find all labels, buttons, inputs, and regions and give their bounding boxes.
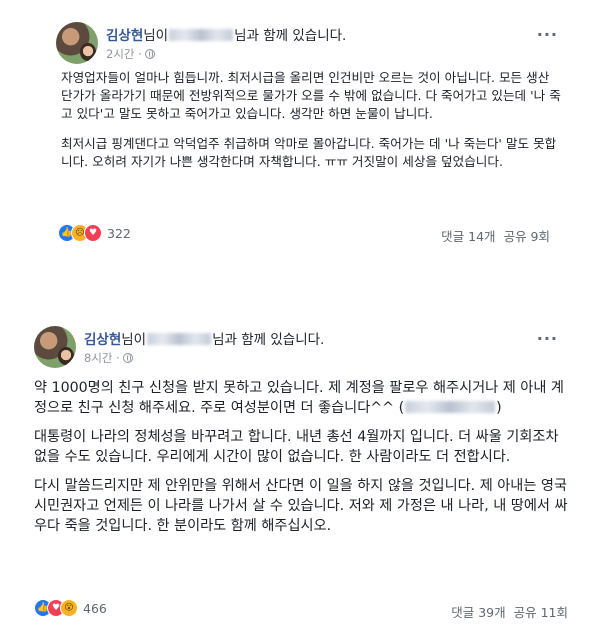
reactions-summary[interactable]: 👍 ☹ ♥ 322 xyxy=(58,224,131,242)
blurred-tagged-name[interactable] xyxy=(169,29,234,41)
engagement-counts: 댓글 39개 공유 11회 xyxy=(451,602,568,621)
author-name[interactable]: 김상현 xyxy=(84,332,121,348)
post-separator xyxy=(0,256,602,316)
more-dots-icon[interactable]: ··· xyxy=(537,25,558,44)
with-prefix: 님이 xyxy=(143,28,169,44)
author-name[interactable]: 김상현 xyxy=(106,28,143,44)
reaction-count: 322 xyxy=(107,225,131,241)
globe-icon xyxy=(122,353,133,363)
post-meta: 8시간 · xyxy=(84,350,133,366)
author-line: 김상현님이 님과 함께 있습니다. xyxy=(84,328,324,348)
post-time[interactable]: 2시간 · xyxy=(106,47,142,61)
reactions-summary[interactable]: 👍 ♥ 😮 466 xyxy=(34,599,107,617)
globe-icon xyxy=(144,49,155,59)
post-paragraph: 최저시급 핑계댄다고 악덕업주 취급하며 악마로 몰아갑니다. 죽어가는 데 '… xyxy=(61,136,557,169)
post-paragraph: 다시 말씀드리지만 제 안위만을 위해서 산다면 이 일을 하지 않을 것입니다… xyxy=(34,478,568,534)
author-line: 김상현님이 님과 함께 있습니다. xyxy=(106,24,346,44)
post-header: 김상현님이 님과 함께 있습니다. 8시간 · xyxy=(34,326,534,370)
comment-count-link[interactable]: 댓글 14개 xyxy=(441,229,495,244)
post-header: 김상현님이 님과 함께 있습니다. 2시간 · xyxy=(56,22,556,66)
blurred-tagged-name[interactable] xyxy=(147,333,212,345)
author-avatar[interactable] xyxy=(56,22,98,64)
love-reaction-icon: ♥ xyxy=(84,224,102,242)
reaction-count: 466 xyxy=(83,600,107,616)
paragraph-close: ) xyxy=(496,400,502,416)
blurred-account-name[interactable] xyxy=(405,401,496,413)
wow-reaction-icon: 😮 xyxy=(60,599,78,617)
share-count-link[interactable]: 공유 9회 xyxy=(504,229,550,244)
post-body: 자영업자들이 얼마나 힘듭니까. 최저시급을 올리면 인건비만 오르는 것이 아… xyxy=(61,69,561,183)
share-count-link[interactable]: 공유 11회 xyxy=(514,605,568,620)
post-paragraph: 약 1000명의 친구 신청을 받지 못하고 있습니다. 제 계정을 팔로우 해… xyxy=(34,378,574,418)
post-time[interactable]: 8시간 · xyxy=(84,351,120,365)
author-avatar[interactable] xyxy=(34,326,76,368)
post-1: 김상현님이 님과 함께 있습니다. 2시간 · ··· 자영업자들이 얼마나 힘듭… xyxy=(0,0,602,252)
with-suffix: 님과 함께 있습니다. xyxy=(234,28,347,44)
engagement-counts: 댓글 14개 공유 9회 xyxy=(441,226,550,245)
post-paragraph: 대통령이 나라의 정체성을 바꾸려고 합니다. 내년 총선 4월까지 입니다. … xyxy=(34,429,559,465)
with-prefix: 님이 xyxy=(121,332,147,348)
post-meta: 2시간 · xyxy=(106,46,155,62)
with-suffix: 님과 함께 있습니다. xyxy=(212,332,325,348)
comment-count-link[interactable]: 댓글 39개 xyxy=(451,605,505,620)
post-body: 약 1000명의 친구 신청을 받지 못하고 있습니다. 제 계정을 팔로우 해… xyxy=(34,378,574,545)
more-dots-icon[interactable]: ··· xyxy=(537,329,558,348)
post-2: 김상현님이 님과 함께 있습니다. 8시간 · ··· 약 1000명의 친구 신… xyxy=(0,316,602,644)
post-paragraph: 자영업자들이 얼마나 힘듭니까. 최저시급을 올리면 인건비만 오르는 것이 아… xyxy=(61,70,561,121)
